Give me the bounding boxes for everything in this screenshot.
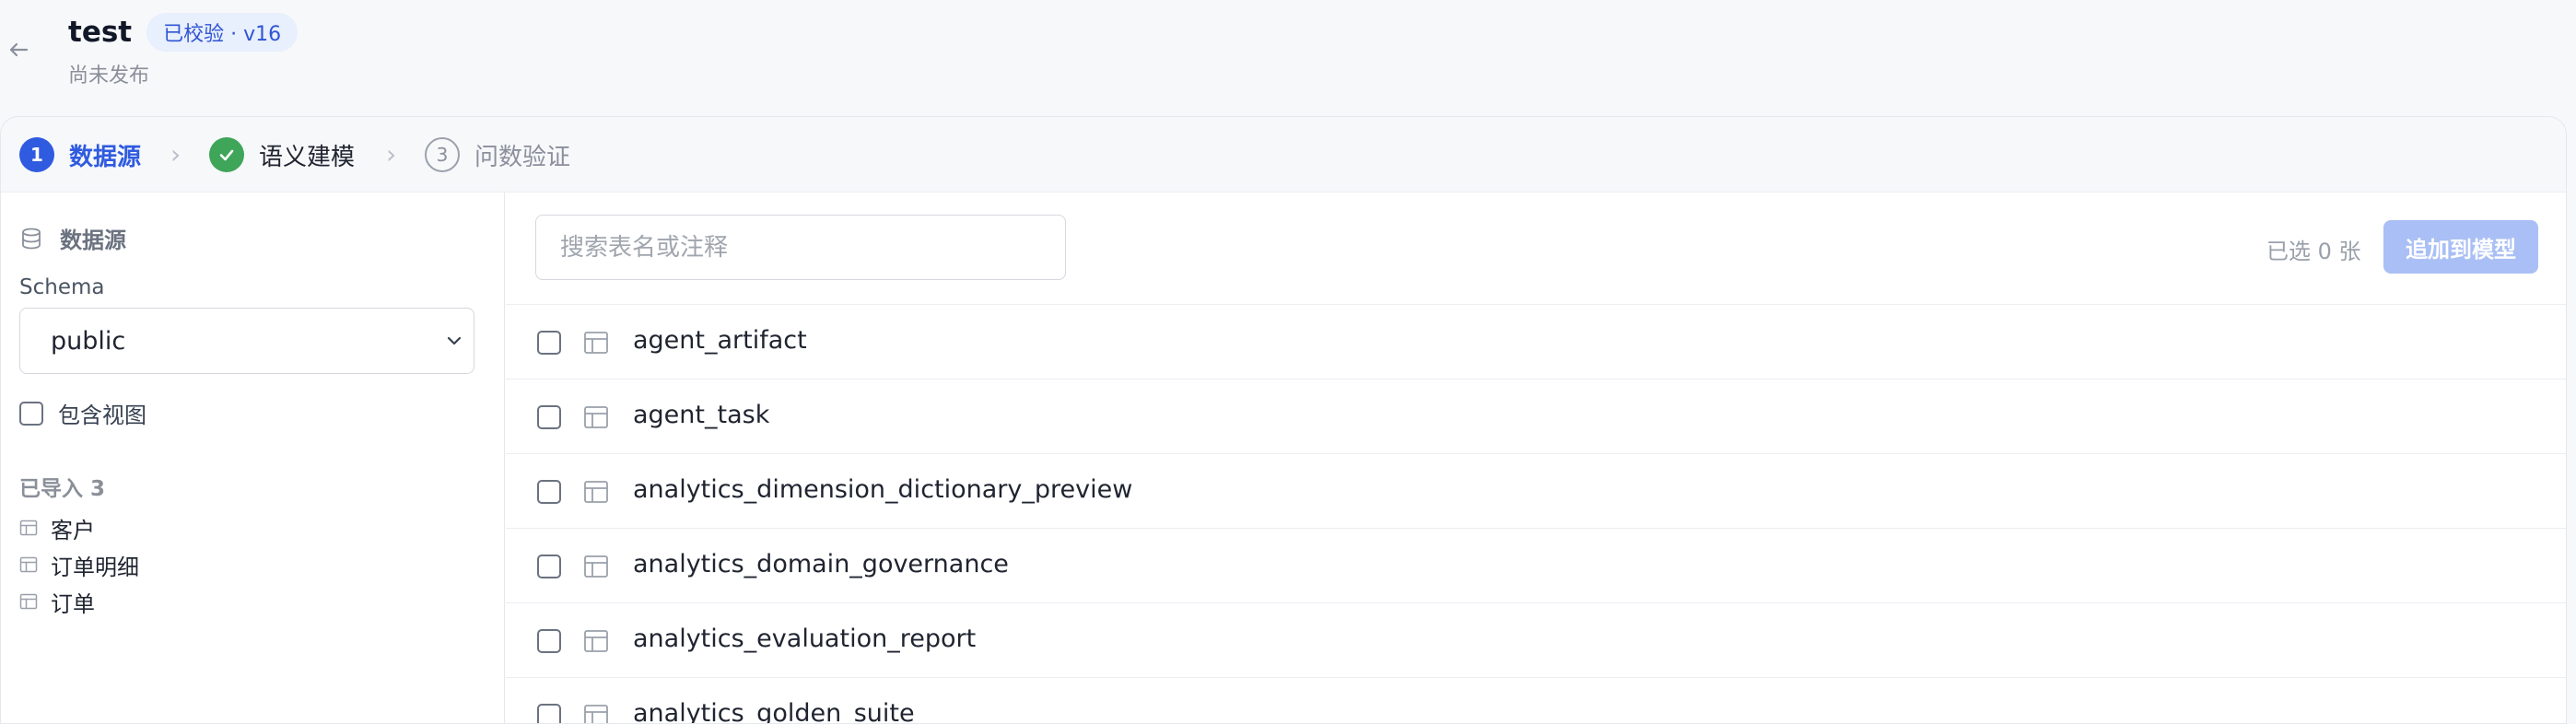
stepper: 1 数据源 › 语义建模 › 3 问数验证	[1, 117, 2566, 193]
table-name: agent_artifact	[633, 326, 807, 355]
page-title: test	[68, 16, 133, 49]
imported-item[interactable]: 客户	[19, 509, 139, 546]
step-number: 1	[19, 137, 54, 172]
row-checkbox[interactable]	[537, 704, 561, 723]
step-data-source[interactable]: 1 数据源	[19, 136, 141, 173]
imported-item[interactable]: 订单明细	[19, 546, 139, 583]
row-checkbox[interactable]	[537, 629, 561, 653]
table-row[interactable]: analytics_evaluation_report	[506, 603, 2566, 678]
table-icon	[19, 593, 38, 610]
imported-title: 已导入 3	[19, 477, 106, 501]
row-checkbox[interactable]	[537, 331, 561, 355]
table-row[interactable]: analytics_golden_suite	[506, 678, 2566, 724]
table-icon	[19, 520, 38, 536]
table-icon	[584, 332, 608, 354]
chevron-down-icon	[447, 336, 462, 345]
table-icon	[584, 705, 608, 723]
step-label: 数据源	[69, 143, 142, 171]
toolbar: 已选 0 张 追加到模型	[506, 193, 2566, 305]
table-icon	[584, 630, 608, 652]
sidebar-title: 数据源	[60, 228, 126, 253]
imported-list: 客户 订单明细 订单	[19, 509, 139, 620]
include-views-option: 包含视图	[19, 397, 146, 429]
back-arrow-icon[interactable]	[6, 37, 31, 63]
chevron-right-icon: ›	[386, 139, 397, 169]
table-name: analytics_dimension_dictionary_preview	[633, 475, 1133, 504]
search-input[interactable]	[535, 215, 1066, 280]
database-icon	[22, 228, 41, 249]
step-number: 3	[425, 137, 460, 172]
sidebar: 数据源 Schema public 包含视图 已导入 3 客户 订单明细 订单	[1, 193, 505, 723]
chevron-right-icon: ›	[170, 139, 181, 169]
table-name: analytics_golden_suite	[633, 699, 915, 724]
schema-select-value: public	[51, 327, 126, 356]
publish-status: 尚未发布	[68, 64, 150, 88]
table-name: agent_task	[633, 401, 770, 429]
table-row[interactable]: agent_artifact	[506, 305, 2566, 380]
wizard-panel: 1 数据源 › 语义建模 › 3 问数验证 数据源 Schema public …	[0, 116, 2567, 724]
table-list: agent_artifact agent_task analytics_dime…	[506, 305, 2566, 724]
row-checkbox[interactable]	[537, 480, 561, 504]
step-label: 问数验证	[474, 143, 571, 171]
include-views-checkbox[interactable]	[19, 401, 43, 426]
row-checkbox[interactable]	[537, 555, 561, 578]
step-semantic-modeling[interactable]: 语义建模	[209, 136, 355, 173]
imported-item-label: 订单明细	[51, 554, 139, 580]
step-query-validation[interactable]: 3 问数验证	[425, 136, 570, 173]
page-header: test 已校验 · v16 尚未发布	[0, 0, 2576, 116]
step-label: 语义建模	[259, 143, 356, 171]
title-row: test 已校验 · v16	[68, 13, 299, 52]
table-name: analytics_domain_governance	[633, 550, 1009, 578]
table-picker: 已选 0 张 追加到模型 agent_artifact agent_task	[506, 193, 2566, 724]
sidebar-header: 数据源	[19, 222, 126, 254]
imported-item[interactable]: 订单	[19, 583, 139, 620]
table-row[interactable]: analytics_domain_governance	[506, 529, 2566, 603]
table-icon	[19, 556, 38, 573]
row-checkbox[interactable]	[537, 405, 561, 429]
schema-label: Schema	[19, 275, 105, 299]
add-to-model-button[interactable]: 追加到模型	[2383, 220, 2538, 274]
table-row[interactable]: analytics_dimension_dictionary_preview	[506, 454, 2566, 529]
status-badge: 已校验 · v16	[146, 13, 299, 52]
include-views-label: 包含视图	[58, 403, 146, 428]
table-icon	[584, 406, 608, 428]
check-icon	[209, 137, 244, 172]
table-icon	[584, 481, 608, 503]
table-name: analytics_evaluation_report	[633, 625, 977, 653]
schema-select[interactable]: public	[19, 308, 474, 374]
imported-item-label: 订单	[51, 590, 95, 617]
table-row[interactable]: agent_task	[506, 380, 2566, 454]
table-icon	[584, 555, 608, 578]
selected-count: 已选 0 张	[2266, 239, 2361, 264]
imported-item-label: 客户	[51, 517, 95, 543]
